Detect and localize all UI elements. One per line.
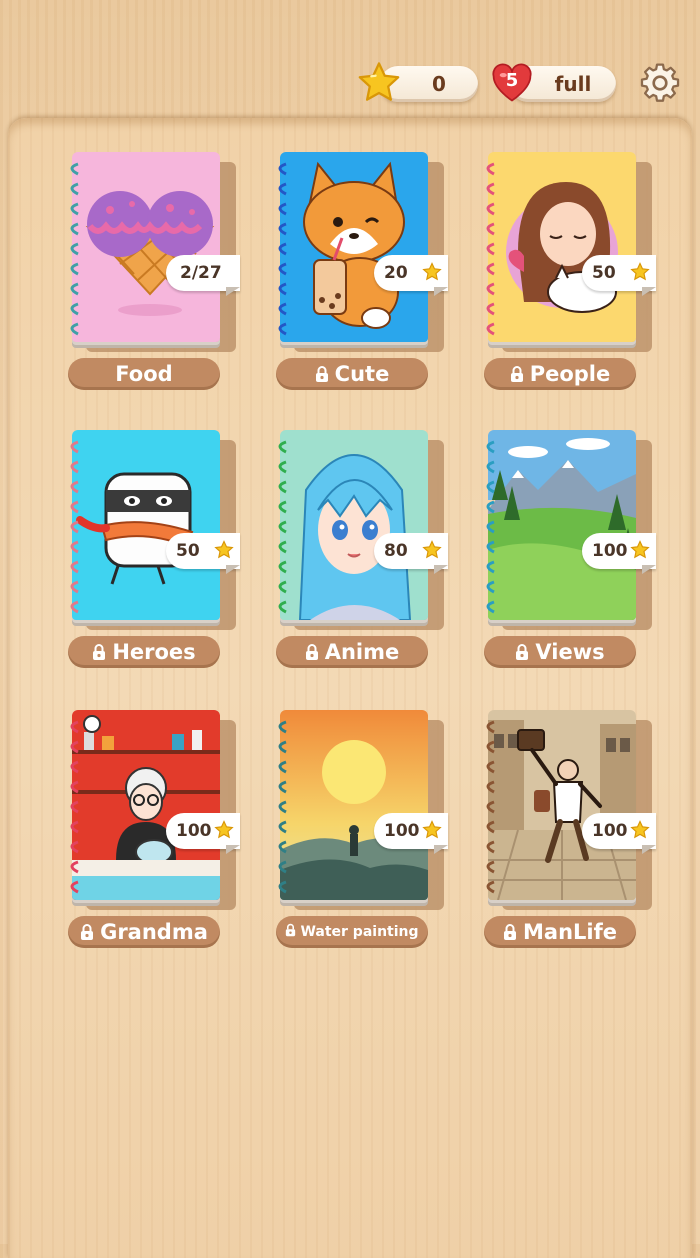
book-title-text: Grandma bbox=[100, 920, 208, 944]
corgi-boba-image bbox=[280, 152, 428, 342]
book-cover bbox=[488, 710, 636, 900]
star-icon bbox=[630, 540, 650, 559]
cost-text: 100 bbox=[384, 821, 420, 841]
book-views[interactable]: 100 Views bbox=[484, 430, 656, 678]
book-cover bbox=[72, 152, 220, 342]
lock-icon bbox=[504, 924, 516, 940]
book-grandma[interactable]: 100 Grandma bbox=[68, 710, 240, 958]
lock-icon bbox=[81, 924, 94, 940]
star-count: 0 bbox=[432, 72, 446, 96]
cost-text: 100 bbox=[592, 541, 628, 561]
book-title-anime[interactable]: Anime bbox=[276, 636, 428, 668]
binding-spiral bbox=[486, 440, 495, 614]
book-title-text: Anime bbox=[324, 640, 400, 664]
book-cute[interactable]: 20 Cute bbox=[276, 152, 448, 400]
cost-text: 50 bbox=[592, 263, 616, 283]
cost-badge: 100 bbox=[582, 813, 656, 849]
binding-spiral bbox=[278, 162, 287, 336]
progress-badge: 2/27 bbox=[166, 255, 240, 291]
gear-icon[interactable] bbox=[639, 62, 681, 104]
book-cover bbox=[280, 430, 428, 620]
book-heroes[interactable]: 50 Heroes bbox=[68, 430, 240, 678]
binding-spiral bbox=[70, 162, 79, 336]
book-manlife[interactable]: 100 ManLife bbox=[484, 710, 656, 958]
lock-icon bbox=[315, 366, 328, 382]
book-title-food[interactable]: Food bbox=[68, 358, 220, 390]
book-title-text: People bbox=[529, 362, 611, 386]
book-title-text: ManLife bbox=[523, 920, 617, 944]
binding-spiral bbox=[70, 440, 79, 614]
lives-count: 5 bbox=[505, 70, 519, 91]
star-icon bbox=[214, 820, 234, 839]
book-title-manlife[interactable]: ManLife bbox=[484, 916, 636, 948]
cost-badge: 100 bbox=[582, 533, 656, 569]
book-anime[interactable]: 80 Anime bbox=[276, 430, 448, 678]
binding-spiral bbox=[486, 720, 495, 894]
sushi-ninja-image bbox=[72, 430, 220, 620]
mountain-valley-image bbox=[488, 430, 636, 620]
book-title-heroes[interactable]: Heroes bbox=[68, 636, 220, 668]
cost-text: 80 bbox=[384, 541, 408, 561]
cost-text: 100 bbox=[592, 821, 628, 841]
book-title-grandma[interactable]: Grandma bbox=[68, 916, 220, 948]
star-icon bbox=[630, 820, 650, 839]
book-title-text: Water painting bbox=[300, 924, 419, 940]
book-title-text: Views bbox=[535, 640, 605, 664]
cost-text: 20 bbox=[384, 263, 408, 283]
star-icon bbox=[422, 820, 442, 839]
cost-badge: 80 bbox=[374, 533, 448, 569]
book-cover bbox=[280, 710, 428, 900]
book-food[interactable]: 2/27 Food bbox=[68, 152, 240, 400]
top-bar: 0 full 5 bbox=[0, 0, 700, 120]
cost-badge: 100 bbox=[166, 813, 240, 849]
cost-text: 50 bbox=[176, 541, 200, 561]
progress-text: 2/27 bbox=[180, 263, 222, 283]
cost-badge: 50 bbox=[166, 533, 240, 569]
book-title-text: Heroes bbox=[112, 640, 196, 664]
cost-text: 100 bbox=[176, 821, 212, 841]
cost-badge: 50 bbox=[582, 255, 656, 291]
book-cover bbox=[72, 430, 220, 620]
star-icon bbox=[630, 262, 650, 281]
book-title-cute[interactable]: Cute bbox=[276, 358, 428, 390]
binding-spiral bbox=[278, 440, 287, 614]
book-title-views[interactable]: Views bbox=[484, 636, 636, 668]
grandma-kitchen-image bbox=[72, 710, 220, 900]
book-people[interactable]: 50 People bbox=[484, 152, 656, 400]
book-cover bbox=[280, 152, 428, 342]
book-cover bbox=[72, 710, 220, 900]
book-title-water-painting[interactable]: Water painting bbox=[276, 916, 428, 948]
cost-badge: 20 bbox=[374, 255, 448, 291]
book-cover bbox=[488, 152, 636, 342]
lock-icon bbox=[516, 644, 529, 660]
star-icon bbox=[422, 540, 442, 559]
man-street-image bbox=[488, 710, 636, 900]
cost-badge: 100 bbox=[374, 813, 448, 849]
lives-status: full bbox=[554, 72, 592, 96]
book-title-text: Cute bbox=[334, 362, 390, 386]
book-cover bbox=[488, 430, 636, 620]
book-title-people[interactable]: People bbox=[484, 358, 636, 390]
lock-icon bbox=[93, 644, 106, 660]
lock-icon bbox=[305, 644, 318, 660]
book-title-text: Food bbox=[115, 362, 173, 386]
star-icon bbox=[358, 62, 400, 101]
anime-girl-image bbox=[280, 430, 428, 620]
sunset-watercolor-image bbox=[280, 710, 428, 900]
binding-spiral bbox=[70, 720, 79, 894]
ice-cream-heart-image bbox=[72, 152, 220, 342]
star-icon bbox=[214, 540, 234, 559]
book-water-painting[interactable]: 100 Water painting bbox=[276, 710, 448, 958]
star-icon bbox=[422, 262, 442, 281]
lock-icon bbox=[510, 366, 523, 382]
girl-with-cat-image bbox=[488, 152, 636, 342]
binding-spiral bbox=[278, 720, 287, 894]
binding-spiral bbox=[486, 162, 495, 336]
lock-icon bbox=[286, 923, 296, 937]
